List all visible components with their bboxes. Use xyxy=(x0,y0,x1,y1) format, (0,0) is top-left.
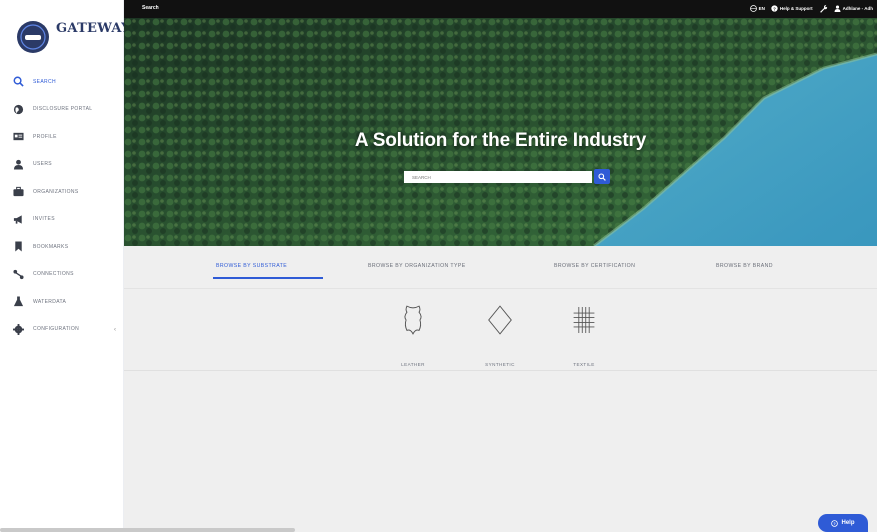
app-logo[interactable]: GATEWAY xyxy=(12,16,130,56)
sidebar-item-search[interactable]: SEARCH xyxy=(0,68,124,96)
sidebar-item-label: BOOKMARKS xyxy=(33,243,69,250)
substrate-label: SYNTHETIC xyxy=(485,362,515,367)
sidebar-item-waterdata[interactable]: WATERDATA xyxy=(0,288,124,316)
sidebar-item-label: WATERDATA xyxy=(33,298,67,305)
sidebar-item-label: CONFIGURATION xyxy=(33,326,80,333)
sidebar-item-label: USERS xyxy=(33,161,52,168)
sidebar-item-label: SEARCH xyxy=(33,78,56,85)
substrate-label: LEATHER xyxy=(401,362,425,367)
search-icon xyxy=(12,76,24,88)
topbar-right: EN ? Help & Support Adhlane - Adh xyxy=(749,4,873,13)
sidebar-item-profile[interactable]: PROFILE xyxy=(0,123,124,151)
sidebar-item-label: INVITES xyxy=(33,216,55,223)
tab-browse-by-certification[interactable]: BROWSE BY CERTIFICATION xyxy=(554,263,635,269)
question-circle-icon: ? xyxy=(831,519,839,527)
user-icon xyxy=(12,158,24,170)
substrate-label: TEXTILE xyxy=(573,362,595,367)
hero-title: A Solution for the Entire Industry xyxy=(354,130,647,151)
hero-search-input[interactable] xyxy=(404,171,592,183)
flask-icon xyxy=(12,296,24,308)
content-divider xyxy=(124,370,877,371)
topbar-search-link[interactable]: Search xyxy=(142,5,159,11)
svg-text:?: ? xyxy=(773,6,776,11)
wrench-icon xyxy=(819,4,827,13)
sidebar-item-label: CONNECTIONS xyxy=(33,271,74,278)
sidebar-item-configuration[interactable]: CONFIGURATION ‹ xyxy=(0,316,124,344)
language-selector[interactable]: EN xyxy=(749,5,765,12)
bullhorn-icon xyxy=(12,213,24,225)
diamond-icon xyxy=(485,302,515,338)
help-label: Help xyxy=(841,520,855,526)
help-support-label: Help & Support xyxy=(779,6,813,11)
sidebar-item-connections[interactable]: CONNECTIONS xyxy=(0,261,124,289)
tabs-divider xyxy=(124,288,877,289)
substrate-leather[interactable]: LEATHER xyxy=(383,302,443,372)
tab-browse-by-brand[interactable]: BROWSE BY BRAND xyxy=(716,263,773,269)
brand-name: GATEWAY xyxy=(56,21,131,36)
chevron-left-icon: ‹ xyxy=(114,326,116,333)
active-tab-indicator xyxy=(213,277,323,279)
help-support-link[interactable]: ? Help & Support xyxy=(771,5,813,12)
sidebar-item-invites[interactable]: INVITES xyxy=(0,206,124,234)
user-menu[interactable]: Adhlane - Adh xyxy=(834,5,873,12)
user-name: Adhlane - Adh xyxy=(842,6,873,11)
gateway-logo-icon xyxy=(17,21,49,53)
bookmark-icon xyxy=(12,241,24,253)
globe-icon xyxy=(749,5,757,12)
user-icon xyxy=(834,5,841,12)
id-card-icon xyxy=(12,131,24,143)
hero-banner: A Solution for the Entire Industry xyxy=(124,18,877,246)
textile-weave-icon xyxy=(569,302,599,338)
connections-icon xyxy=(12,268,24,280)
globe-icon xyxy=(12,103,24,115)
tab-browse-by-substrate[interactable]: BROWSE BY SUBSTRATE xyxy=(216,263,287,269)
question-circle-icon: ? xyxy=(771,5,778,12)
sidebar-item-label: PROFILE xyxy=(33,133,57,140)
search-icon xyxy=(598,172,606,181)
horizontal-scrollbar[interactable] xyxy=(0,528,295,532)
sidebar-item-bookmarks[interactable]: BOOKMARKS xyxy=(0,233,124,261)
sidebar-item-users[interactable]: USERS xyxy=(0,151,124,179)
briefcase-icon xyxy=(12,186,24,198)
sidebar-item-organizations[interactable]: ORGANIZATIONS xyxy=(0,178,124,206)
top-bar: Search EN ? Help & Support Adhlane - Adh xyxy=(124,0,877,18)
help-button[interactable]: ? Help xyxy=(818,514,868,532)
sidebar-nav: SEARCH DISCLOSURE PORTAL PROFILE USERS O… xyxy=(0,68,124,343)
tab-browse-by-organization-type[interactable]: BROWSE BY ORGANIZATION TYPE xyxy=(368,263,466,269)
tools-button[interactable] xyxy=(819,4,828,13)
substrate-synthetic[interactable]: SYNTHETIC xyxy=(470,302,530,372)
language-label: EN xyxy=(758,6,765,11)
browse-tabs: BROWSE BY SUBSTRATE BROWSE BY ORGANIZATI… xyxy=(124,246,877,288)
substrate-textile[interactable]: TEXTILE xyxy=(554,302,614,372)
sidebar-item-label: DISCLOSURE PORTAL xyxy=(33,106,93,113)
leather-hide-icon xyxy=(398,302,428,338)
hero-search-button[interactable] xyxy=(594,169,610,184)
sidebar-item-disclosure-portal[interactable]: DISCLOSURE PORTAL xyxy=(0,96,124,124)
sidebar: GATEWAY SEARCH DISCLOSURE PORTAL PROFILE… xyxy=(0,0,130,532)
svg-text:?: ? xyxy=(834,521,837,526)
gear-icon xyxy=(12,323,24,335)
sidebar-item-label: ORGANIZATIONS xyxy=(33,188,79,195)
browse-section: BROWSE BY SUBSTRATE BROWSE BY ORGANIZATI… xyxy=(124,246,877,532)
